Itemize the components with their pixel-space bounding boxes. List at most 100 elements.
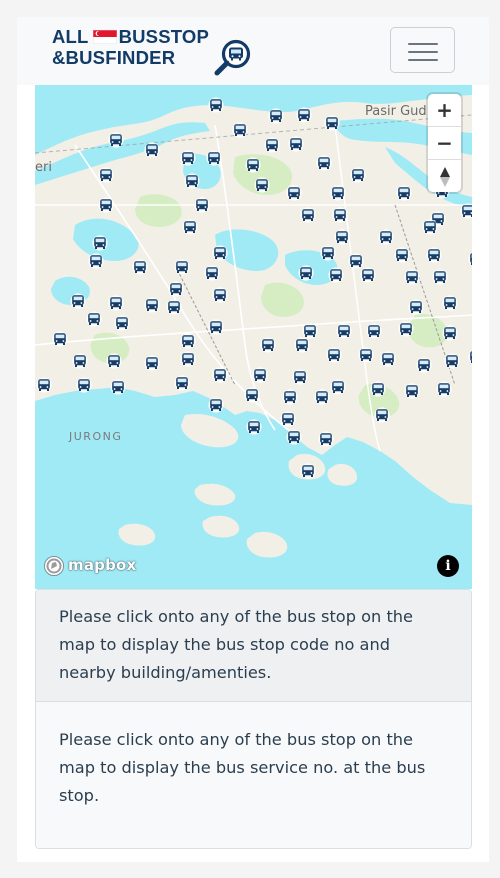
bus-stop-marker-icon[interactable] (281, 389, 299, 405)
bus-stop-marker-icon[interactable] (287, 136, 305, 152)
bus-stop-marker-icon[interactable] (205, 150, 223, 166)
bus-stop-marker-icon[interactable] (335, 323, 353, 339)
bus-stop-marker-icon[interactable] (421, 219, 439, 235)
bus-stop-marker-icon[interactable] (207, 97, 225, 113)
bus-stop-marker-icon[interactable] (299, 207, 317, 223)
bus-stop-marker-icon[interactable] (285, 185, 303, 201)
attribution-info-button[interactable]: i (437, 555, 459, 577)
bus-stop-marker-icon[interactable] (267, 108, 285, 124)
bus-stop-marker-icon[interactable] (35, 377, 53, 393)
bus-stop-marker-icon[interactable] (131, 259, 149, 275)
bus-stop-marker-icon[interactable] (373, 407, 391, 423)
bus-stop-marker-icon[interactable] (403, 269, 421, 285)
bus-stop-marker-icon[interactable] (105, 353, 123, 369)
bus-stop-marker-icon[interactable] (183, 173, 201, 189)
bus-stop-marker-icon[interactable] (113, 315, 131, 331)
bus-stop-marker-icon[interactable] (393, 247, 411, 263)
bus-stop-marker-icon[interactable] (291, 369, 309, 385)
bus-stop-marker-icon[interactable] (329, 379, 347, 395)
bus-stop-marker-icon[interactable] (91, 235, 109, 251)
bus-stop-marker-icon[interactable] (441, 325, 459, 341)
bus-stop-marker-icon[interactable] (173, 375, 191, 391)
bus-stop-marker-icon[interactable] (245, 419, 263, 435)
bus-stop-marker-icon[interactable] (179, 351, 197, 367)
bus-stop-marker-icon[interactable] (231, 122, 249, 138)
bus-stop-marker-icon[interactable] (395, 185, 413, 201)
navbar-toggler-button[interactable] (390, 27, 455, 73)
bus-stop-marker-icon[interactable] (299, 463, 317, 479)
zoom-in-button[interactable]: + (428, 94, 461, 127)
bus-stop-marker-icon[interactable] (87, 253, 105, 269)
bus-stop-map[interactable]: Pasir Gud eri JURONG + − mapbox i (35, 85, 472, 589)
bus-stop-marker-icon[interactable] (279, 411, 297, 427)
bus-stop-marker-icon[interactable] (107, 132, 125, 148)
bus-stop-marker-icon[interactable] (317, 431, 335, 447)
bus-stop-marker-icon[interactable] (331, 207, 349, 223)
bus-stop-marker-icon[interactable] (107, 295, 125, 311)
bus-stop-marker-icon[interactable] (211, 287, 229, 303)
bus-stop-marker-icon[interactable] (109, 379, 127, 395)
bus-stop-marker-icon[interactable] (211, 245, 229, 261)
bus-stop-marker-icon[interactable] (329, 185, 347, 201)
bus-stop-marker-icon[interactable] (207, 397, 225, 413)
bus-stop-marker-icon[interactable] (97, 167, 115, 183)
bus-stop-marker-icon[interactable] (435, 381, 453, 397)
bus-stop-marker-icon[interactable] (143, 142, 161, 158)
bus-stop-marker-icon[interactable] (357, 347, 375, 363)
compass-reset-button[interactable] (428, 160, 461, 192)
bus-stop-marker-icon[interactable] (207, 319, 225, 335)
bus-stop-marker-icon[interactable] (69, 293, 87, 309)
bus-stop-marker-icon[interactable] (259, 337, 277, 353)
mapbox-logo[interactable]: mapbox (43, 555, 143, 579)
bus-stop-marker-icon[interactable] (179, 333, 197, 349)
bus-stop-marker-icon[interactable] (211, 367, 229, 383)
bus-stop-marker-icon[interactable] (167, 281, 185, 297)
bus-stop-marker-icon[interactable] (293, 337, 311, 353)
bus-stop-marker-icon[interactable] (165, 299, 183, 315)
bus-stop-marker-icon[interactable] (467, 349, 472, 365)
bus-stop-marker-icon[interactable] (251, 367, 269, 383)
bus-stop-marker-icon[interactable] (379, 351, 397, 367)
bus-stop-marker-icon[interactable] (143, 297, 161, 313)
bus-stop-marker-icon[interactable] (365, 323, 383, 339)
brand-logo-link[interactable]: ALL BUSSTOP &BUSFINDER (52, 26, 262, 78)
bus-stop-marker-icon[interactable] (285, 429, 303, 445)
bus-stop-marker-icon[interactable] (441, 295, 459, 311)
bus-stop-marker-icon[interactable] (431, 269, 449, 285)
bus-stop-marker-icon[interactable] (425, 247, 443, 263)
bus-stop-marker-icon[interactable] (297, 265, 315, 281)
bus-stop-marker-icon[interactable] (327, 267, 345, 283)
bus-stop-marker-icon[interactable] (349, 167, 367, 183)
bus-stop-marker-icon[interactable] (415, 357, 433, 373)
bus-stop-marker-icon[interactable] (85, 311, 103, 327)
bus-stop-marker-icon[interactable] (253, 177, 271, 193)
bus-stop-marker-icon[interactable] (71, 353, 89, 369)
bus-stop-marker-icon[interactable] (369, 381, 387, 397)
bus-stop-marker-icon[interactable] (203, 265, 221, 281)
bus-stop-marker-icon[interactable] (377, 229, 395, 245)
bus-stop-marker-icon[interactable] (403, 383, 421, 399)
bus-stop-marker-icon[interactable] (97, 197, 115, 213)
bus-stop-marker-icon[interactable] (75, 377, 93, 393)
bus-stop-marker-icon[interactable] (323, 115, 341, 131)
bus-stop-marker-icon[interactable] (325, 347, 343, 363)
bus-stop-marker-icon[interactable] (467, 251, 472, 267)
bus-stop-marker-icon[interactable] (263, 137, 281, 153)
bus-stop-marker-icon[interactable] (359, 267, 377, 283)
bus-stop-marker-icon[interactable] (295, 107, 313, 123)
zoom-out-button[interactable]: − (428, 127, 461, 160)
bus-stop-marker-icon[interactable] (313, 389, 331, 405)
bus-stop-marker-icon[interactable] (179, 150, 197, 166)
bus-stop-marker-icon[interactable] (319, 245, 337, 261)
bus-stop-marker-icon[interactable] (443, 353, 461, 369)
bus-stop-marker-icon[interactable] (51, 331, 69, 347)
bus-stop-marker-icon[interactable] (244, 157, 262, 173)
bus-stop-marker-icon[interactable] (407, 299, 425, 315)
bus-stop-marker-icon[interactable] (193, 197, 211, 213)
bus-stop-marker-icon[interactable] (143, 355, 161, 371)
bus-stop-marker-icon[interactable] (397, 321, 415, 337)
bus-stop-marker-icon[interactable] (243, 387, 261, 403)
bus-stop-marker-icon[interactable] (181, 219, 199, 235)
bus-stop-marker-icon[interactable] (459, 203, 472, 219)
bus-stop-marker-icon[interactable] (333, 229, 351, 245)
